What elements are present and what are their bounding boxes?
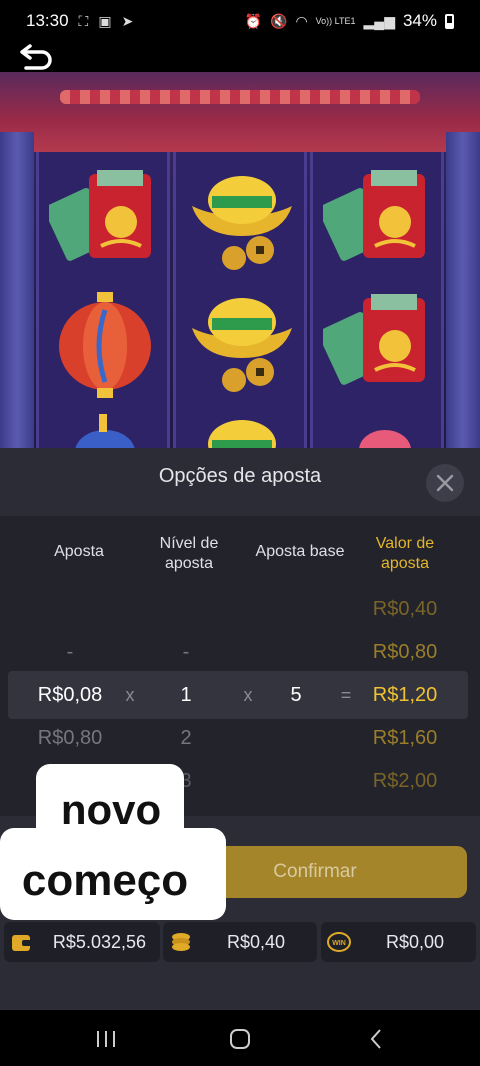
app-top-bar (0, 42, 480, 72)
back-nav-button[interactable] (356, 1024, 396, 1054)
home-icon (230, 1029, 250, 1049)
valor-value: R$1,20 (372, 684, 438, 706)
balance-value: R$5.032,56 (52, 932, 146, 952)
picker-row[interactable]: - - R$0,80 (0, 632, 480, 672)
red-envelope-icon (323, 294, 425, 385)
nivel-value: 2 (180, 727, 192, 749)
alarm-icon: ⏰ (244, 12, 262, 29)
left-pillar (0, 132, 34, 448)
right-pillar (446, 132, 480, 448)
valor-value: R$0,80 (372, 641, 438, 663)
bet-value: R$0,40 (226, 932, 285, 952)
valor-value: R$0,40 (372, 598, 438, 620)
coins-icon (172, 933, 190, 951)
base-value: 5 (290, 684, 302, 706)
win-icon-text: WIN (332, 940, 346, 947)
column-header-valor: Valor de aposta (375, 535, 435, 572)
reel-2 (173, 152, 307, 448)
nivel-value (156, 589, 216, 629)
aposta-value: R$0,08 (37, 684, 103, 706)
back-arrow-icon (20, 44, 52, 70)
picker-row-selected[interactable]: R$0,08 x 1 x 5 = R$1,20 (8, 671, 468, 719)
mute-icon: 🔇 (270, 12, 288, 29)
valor-value: R$1,60 (372, 727, 438, 749)
screenshot-icon: ⛶ (78, 12, 89, 29)
home-button[interactable] (220, 1024, 260, 1054)
status-time: 13:30 (26, 11, 69, 30)
sheet-header: Opções de aposta (0, 448, 480, 516)
multiply-sign: x (243, 685, 253, 705)
nivel-value: - (182, 641, 190, 663)
sticker-line-1: novo (60, 786, 162, 833)
sticker-line-2: começo (21, 856, 189, 905)
chevron-left-icon (370, 1029, 381, 1049)
nivel-value: 1 (180, 684, 192, 706)
win-box: WIN R$0,00 (321, 922, 476, 962)
recent-apps-button[interactable] (86, 1024, 126, 1054)
equals-sign: = (340, 685, 352, 705)
pouch-icon (359, 430, 411, 448)
lantern-icon (59, 292, 151, 398)
win-value: R$0,00 (385, 932, 444, 952)
bet-box: R$0,40 (163, 922, 317, 962)
close-button[interactable] (426, 464, 464, 502)
gold-ingot-icon (192, 176, 292, 270)
reel-3 (310, 152, 444, 448)
battery-percent: 34% (402, 11, 437, 30)
wifi-icon: ◠ (295, 12, 308, 29)
status-bar: 13:30 ⛶ ▣ ➤ ⏰ 🔇 ◠ Vo)) LTE1 ▂▄▆ 34% (0, 0, 480, 42)
red-envelope-icon (323, 170, 425, 261)
info-bar: R$5.032,56 R$0,40 WIN R$0,00 (0, 922, 480, 962)
temple-roof (0, 72, 480, 152)
column-header-nivel: Nível de aposta (159, 535, 219, 572)
wallet-icon (12, 935, 32, 951)
aposta-value: - (66, 641, 74, 663)
valor-value: R$2,00 (372, 770, 438, 792)
win-icon: WIN (327, 932, 351, 952)
column-header-base: Aposta base (255, 543, 345, 560)
multiply-sign: x (125, 685, 135, 705)
recent-apps-icon (97, 1031, 115, 1047)
reel-1 (36, 152, 170, 448)
battery-icon (445, 13, 454, 29)
signal-icon: ▂▄▆ (363, 12, 395, 29)
picker-row[interactable]: R$0,80 2 R$1,60 (0, 718, 480, 758)
gallery-icon: ▣ (98, 12, 112, 29)
picker-row[interactable]: R$0,40 (0, 589, 480, 629)
back-button[interactable] (18, 40, 58, 72)
gold-ingot-icon (192, 298, 292, 392)
volte-label: Vo)) LTE1 (315, 15, 356, 26)
firecracker-icon (75, 414, 135, 448)
bet-options-sheet: Opções de aposta Aposta Nível de aposta … (0, 448, 480, 1010)
system-nav-bar (0, 1010, 480, 1066)
red-envelope-icon (49, 170, 151, 261)
aposta-value (30, 589, 110, 629)
overlay-sticker: novo começo (0, 764, 226, 920)
telegram-icon: ➤ (121, 12, 134, 29)
slot-game-area (0, 72, 480, 448)
column-header-aposta: Aposta (54, 543, 104, 560)
sheet-title: Opções de aposta (158, 465, 322, 487)
aposta-value: R$0,80 (37, 727, 103, 749)
balance-box: R$5.032,56 (4, 922, 160, 962)
close-icon (436, 474, 454, 492)
gold-ingot-icon (208, 420, 276, 448)
